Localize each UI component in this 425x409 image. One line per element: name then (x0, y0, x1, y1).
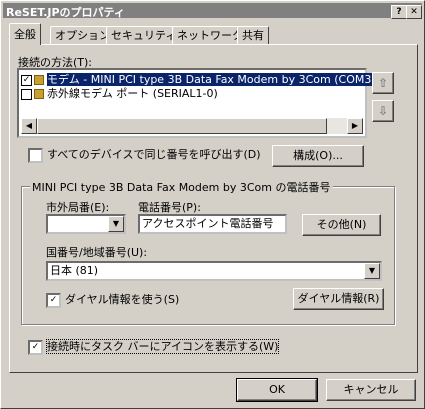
chevron-down-icon[interactable]: ▼ (108, 216, 124, 232)
list-item[interactable]: ✓ モデム - MINI PCI type 3B Data Fax Modem b… (21, 73, 376, 86)
scroll-left-icon[interactable]: ◀ (21, 118, 37, 134)
show-tray-icon-checkbox[interactable]: ✓ 接続時にタスク バーにアイコンを表示する(W) (28, 338, 280, 355)
use-dialing-rules-checkbox[interactable]: ✓ ダイヤル情報を使う(S) (46, 291, 179, 308)
checkbox-icon[interactable] (28, 147, 43, 163)
group-title: MINI PCI type 3B Data Fax Modem by 3Com … (30, 179, 333, 195)
country-code-label: 国番号/地域番号(U): (46, 246, 148, 259)
same-number-checkbox[interactable]: すべてのデバイスで同じ番号を呼び出す(D) (28, 146, 261, 163)
modem-icon (34, 75, 44, 85)
checkbox-icon[interactable]: ✓ (21, 74, 32, 86)
cancel-button[interactable]: キャンセル (326, 379, 416, 401)
infrared-port-icon (34, 89, 44, 99)
move-up-button[interactable]: ⇧ (372, 72, 394, 94)
phone-number-input[interactable]: アクセスポイント電話番号 (138, 214, 287, 234)
checkbox-icon[interactable]: ✓ (46, 292, 61, 308)
device-listbox[interactable]: ✓ モデム - MINI PCI type 3B Data Fax Modem b… (17, 68, 376, 138)
horizontal-scrollbar[interactable]: ◀ ▶ (21, 118, 363, 134)
chevron-down-icon[interactable]: ▼ (364, 263, 380, 279)
area-code-label: 市外局番(E): (46, 201, 110, 214)
phone-number-label: 電話番号(P): (138, 201, 201, 214)
move-down-button[interactable]: ⇩ (372, 100, 394, 122)
country-code-select[interactable]: 日本 (81) ▼ (46, 261, 382, 281)
area-code-combobox[interactable]: ▼ (46, 214, 126, 234)
list-item[interactable]: 赤外線モデム ポート (SERIAL1-0) (21, 87, 218, 100)
scroll-thumb[interactable] (37, 118, 327, 134)
dialing-rules-button[interactable]: ダイヤル情報(R) (293, 288, 384, 310)
ok-button[interactable]: OK (236, 378, 318, 402)
configure-button[interactable]: 構成(O)... (272, 145, 364, 167)
properties-window: ReSET.JPのプロパティ ? ✕ 全般 オプション セキュリティ ネットワー… (0, 0, 425, 409)
checkbox-icon[interactable]: ✓ (28, 339, 43, 355)
alternates-button[interactable]: その他(N) (302, 214, 381, 236)
scroll-right-icon[interactable]: ▶ (347, 118, 363, 134)
checkbox-icon[interactable] (21, 88, 32, 100)
